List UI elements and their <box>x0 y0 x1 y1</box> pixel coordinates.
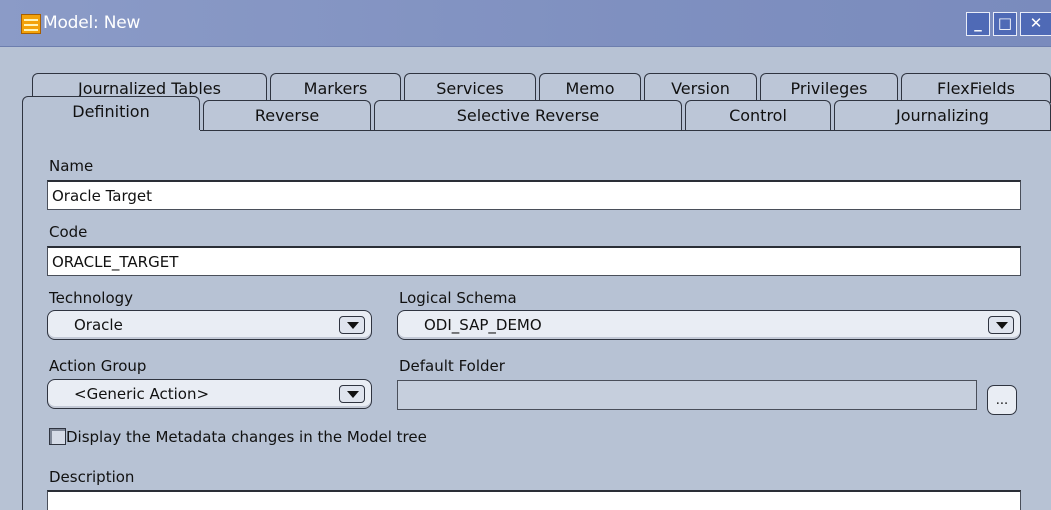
technology-select[interactable]: Oracle <box>47 310 372 340</box>
action-group-value: <Generic Action> <box>74 385 210 403</box>
tab-divider <box>200 130 1051 131</box>
tab-selective-reverse[interactable]: Selective Reverse <box>374 100 682 130</box>
tab-journalizing[interactable]: Journalizing <box>834 100 1051 130</box>
name-field[interactable] <box>47 180 1021 210</box>
description-label: Description <box>49 468 135 486</box>
model-window: Model: New _ □ ✕ Journalized Tables Mark… <box>0 0 1051 510</box>
tab-privileges[interactable]: Privileges <box>760 73 898 103</box>
tab-services[interactable]: Services <box>404 73 536 103</box>
minimize-button[interactable]: _ <box>966 12 990 36</box>
name-label: Name <box>49 157 94 175</box>
title-bar[interactable]: Model: New _ □ ✕ <box>0 0 1051 47</box>
tab-version[interactable]: Version <box>644 73 757 103</box>
action-group-select[interactable]: <Generic Action> <box>47 379 372 409</box>
default-folder-field <box>397 380 977 410</box>
display-metadata-label[interactable]: Display the Metadata changes in the Mode… <box>66 428 427 446</box>
display-metadata-checkbox[interactable] <box>49 428 66 445</box>
browse-folder-button[interactable]: ... <box>987 385 1017 415</box>
logical-schema-value: ODI_SAP_DEMO <box>424 316 542 334</box>
tab-reverse[interactable]: Reverse <box>203 100 371 130</box>
logical-schema-label: Logical Schema <box>399 289 517 307</box>
tab-control[interactable]: Control <box>685 100 831 130</box>
technology-label: Technology <box>49 289 134 307</box>
tab-flexfields[interactable]: FlexFields <box>901 73 1051 103</box>
maximize-button[interactable]: □ <box>993 12 1017 36</box>
close-button[interactable]: ✕ <box>1020 12 1051 36</box>
code-label: Code <box>49 223 88 241</box>
model-app-icon <box>21 14 41 34</box>
chevron-down-icon[interactable] <box>339 385 365 403</box>
description-field[interactable] <box>47 490 1021 510</box>
tab-markers[interactable]: Markers <box>270 73 401 103</box>
window-title: Model: New <box>43 13 141 33</box>
chevron-down-icon[interactable] <box>988 316 1014 334</box>
code-field[interactable] <box>47 246 1021 276</box>
chevron-down-icon[interactable] <box>339 316 365 334</box>
tab-memo[interactable]: Memo <box>539 73 641 103</box>
tab-definition[interactable]: Definition <box>22 96 200 130</box>
technology-value: Oracle <box>74 316 123 334</box>
default-folder-label: Default Folder <box>399 357 505 375</box>
action-group-label: Action Group <box>49 357 147 375</box>
logical-schema-select[interactable]: ODI_SAP_DEMO <box>397 310 1021 340</box>
